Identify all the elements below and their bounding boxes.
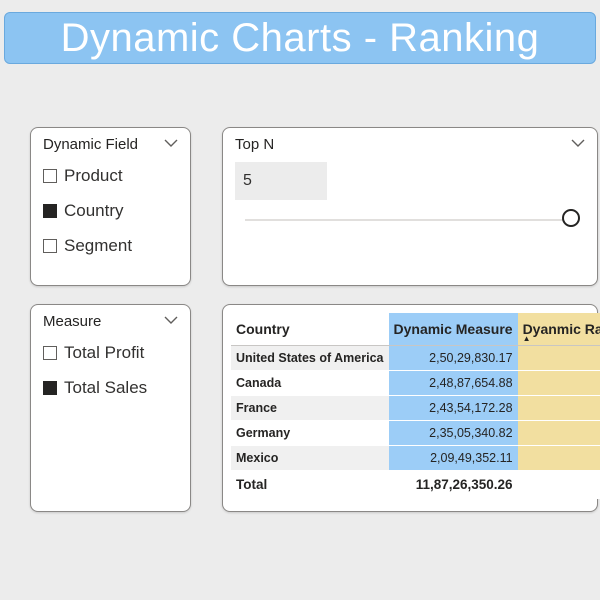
option-label: Total Sales <box>64 378 148 397</box>
cell-rank: 5 <box>517 445 600 471</box>
column-header-dynamic-measure[interactable]: Dynamic Measure <box>388 313 518 346</box>
column-header-dynamic-rank[interactable]: Dyanmic Rank ▲ <box>517 313 600 346</box>
cell-measure: 2,43,54,172.28 <box>388 395 518 421</box>
title-banner: Dynamic Charts - Ranking <box>4 12 596 64</box>
table-header-row: Country Dynamic Measure Dyanmic Rank ▲ <box>231 313 600 346</box>
cell-country: United States of America <box>231 345 389 371</box>
cell-measure: 2,48,87,654.88 <box>388 370 518 396</box>
slicer-option-segment[interactable]: Segment <box>43 236 132 256</box>
checkbox[interactable] <box>43 381 57 395</box>
slicer-option-country[interactable]: Country <box>43 201 124 221</box>
table-row[interactable]: France 2,43,54,172.28 3 <box>231 395 600 421</box>
cell-measure: 2,50,29,830.17 <box>388 345 518 371</box>
top-n-input[interactable]: 5 <box>235 162 327 200</box>
cell-country: Mexico <box>231 445 389 471</box>
chevron-down-icon[interactable] <box>164 138 178 148</box>
table-row[interactable]: Germany 2,35,05,340.82 4 <box>231 420 600 446</box>
ranking-table-card: Country Dynamic Measure Dyanmic Rank ▲ U… <box>222 304 600 512</box>
ranking-table: Country Dynamic Measure Dyanmic Rank ▲ U… <box>231 313 600 499</box>
measure-slicer: Measure Total Profit Total Sales <box>30 304 191 512</box>
table-total-row: Total 11,87,26,350.26 <box>231 469 600 499</box>
column-header-country[interactable]: Country <box>231 313 389 346</box>
table-row[interactable]: United States of America 2,50,29,830.17 … <box>231 345 600 371</box>
total-rank-empty <box>517 469 600 499</box>
dynamic-field-slicer-title: Dynamic Field <box>43 136 139 153</box>
checkbox[interactable] <box>43 239 57 253</box>
dynamic-field-slicer: Dynamic Field Product Country Segment <box>30 127 191 286</box>
slicer-option-product[interactable]: Product <box>43 166 123 186</box>
top-n-slicer-title: Top N <box>235 136 275 153</box>
slider-track[interactable] <box>245 219 571 221</box>
cell-rank: 2 <box>517 370 600 396</box>
total-label: Total <box>231 469 389 499</box>
page-title: Dynamic Charts - Ranking <box>60 15 540 60</box>
cell-country: France <box>231 395 389 421</box>
top-n-slicer: Top N 5 <box>222 127 598 286</box>
total-value: 11,87,26,350.26 <box>388 469 518 499</box>
cell-country: Germany <box>231 420 389 446</box>
checkbox[interactable] <box>43 346 57 360</box>
chevron-down-icon[interactable] <box>164 315 178 325</box>
slicer-option-total-profit[interactable]: Total Profit <box>43 343 144 363</box>
table-row[interactable]: Mexico 2,09,49,352.11 5 <box>231 445 600 471</box>
option-label: Product <box>64 166 123 185</box>
cell-rank: 3 <box>517 395 600 421</box>
checkbox[interactable] <box>43 169 57 183</box>
checkbox[interactable] <box>43 204 57 218</box>
option-label: Total Profit <box>64 343 145 362</box>
cell-country: Canada <box>231 370 389 396</box>
option-label: Segment <box>64 236 133 255</box>
option-label: Country <box>64 201 124 220</box>
slicer-option-total-sales[interactable]: Total Sales <box>43 378 147 398</box>
table-row[interactable]: Canada 2,48,87,654.88 2 <box>231 370 600 396</box>
measure-slicer-title: Measure <box>43 313 102 330</box>
slider-thumb[interactable] <box>562 209 580 227</box>
column-header-label: Dyanmic Rank <box>522 320 600 337</box>
cell-measure: 2,35,05,340.82 <box>388 420 518 446</box>
cell-rank: 4 <box>517 420 600 446</box>
cell-measure: 2,09,49,352.11 <box>388 445 518 471</box>
sort-ascending-icon: ▲ <box>522 333 531 343</box>
cell-rank: 1 <box>517 345 600 371</box>
chevron-down-icon[interactable] <box>571 138 585 148</box>
